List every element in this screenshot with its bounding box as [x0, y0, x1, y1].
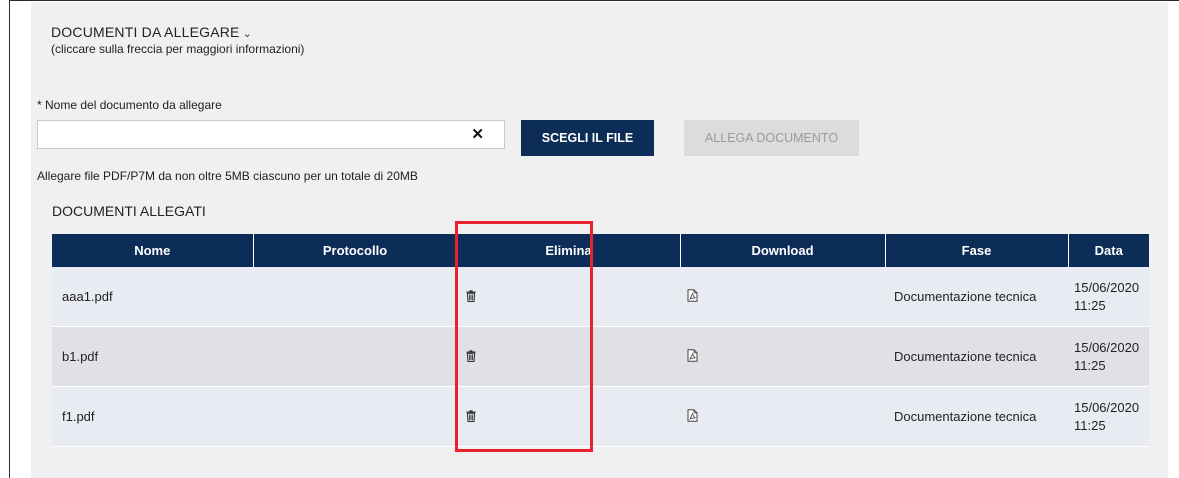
cell-nome: b1.pdf [52, 326, 253, 387]
cell-download [680, 267, 885, 327]
pdf-file-icon[interactable] [687, 409, 698, 425]
cell-elimina [457, 386, 680, 447]
table-row: aaa1.pdf Documentazione tecnica 15/06/20… [52, 267, 1149, 327]
cell-data: 15/06/2020 11:25 [1068, 326, 1149, 387]
table-row: b1.pdf Documentazione tecnica 15/06/2020… [52, 326, 1149, 387]
chevron-down-icon[interactable]: ⌄ [243, 27, 252, 40]
cell-nome: aaa1.pdf [52, 267, 253, 327]
trash-icon[interactable] [466, 289, 476, 305]
column-header-download: Download [680, 234, 886, 267]
cell-fase: Documentazione tecnica [885, 386, 1068, 447]
cell-time: 11:25 [1074, 357, 1106, 373]
cell-download [680, 386, 885, 447]
cell-protocollo [253, 386, 457, 447]
attached-documents-table: Nome Protocollo Elimina Download Fase Da… [52, 234, 1149, 447]
table-row: f1.pdf Documentazione tecnica 15/06/2020… [52, 386, 1149, 447]
section-hint: (cliccare sulla freccia per maggiori inf… [51, 42, 305, 56]
trash-icon[interactable] [466, 349, 476, 365]
clear-icon[interactable]: ✕ [471, 126, 484, 144]
cell-download [680, 326, 885, 387]
column-header-elimina: Elimina [457, 234, 681, 267]
attached-documents-title: DOCUMENTI ALLEGATI [52, 203, 206, 219]
cell-date: 15/06/2020 [1074, 339, 1140, 355]
file-limit-note: Allegare file PDF/P7M da non oltre 5MB c… [37, 169, 418, 183]
cell-fase: Documentazione tecnica [885, 326, 1068, 387]
table-header-row: Nome Protocollo Elimina Download Fase Da… [52, 234, 1149, 267]
cell-date: 15/06/2020 [1074, 279, 1140, 295]
cell-data: 15/06/2020 11:25 [1068, 386, 1149, 447]
cell-protocollo [253, 267, 457, 327]
choose-file-button[interactable]: SCEGLI IL FILE [521, 120, 654, 156]
cell-date: 15/06/2020 [1074, 399, 1140, 415]
pdf-file-icon[interactable] [687, 289, 698, 305]
column-header-nome: Nome [52, 234, 254, 267]
pdf-file-icon[interactable] [687, 349, 698, 365]
cell-data: 15/06/2020 11:25 [1068, 267, 1149, 327]
cell-time: 11:25 [1074, 417, 1106, 433]
cell-protocollo [253, 326, 457, 387]
attach-document-button[interactable]: ALLEGA DOCUMENTO [684, 120, 859, 156]
cell-fase: Documentazione tecnica [885, 267, 1068, 327]
column-header-fase: Fase [885, 234, 1069, 267]
cell-elimina [457, 267, 680, 327]
section-toggle[interactable]: DOCUMENTI DA ALLEGARE ⌄ [51, 24, 252, 40]
trash-icon[interactable] [466, 409, 476, 425]
section-title: DOCUMENTI DA ALLEGARE [51, 24, 240, 40]
cell-elimina [457, 326, 680, 387]
cell-nome: f1.pdf [52, 386, 253, 447]
document-name-label: * Nome del documento da allegare [37, 98, 222, 112]
column-header-protocollo: Protocollo [253, 234, 458, 267]
document-name-input[interactable]: ✕ [37, 120, 505, 149]
cell-time: 11:25 [1074, 297, 1106, 313]
column-header-data: Data [1068, 234, 1149, 267]
